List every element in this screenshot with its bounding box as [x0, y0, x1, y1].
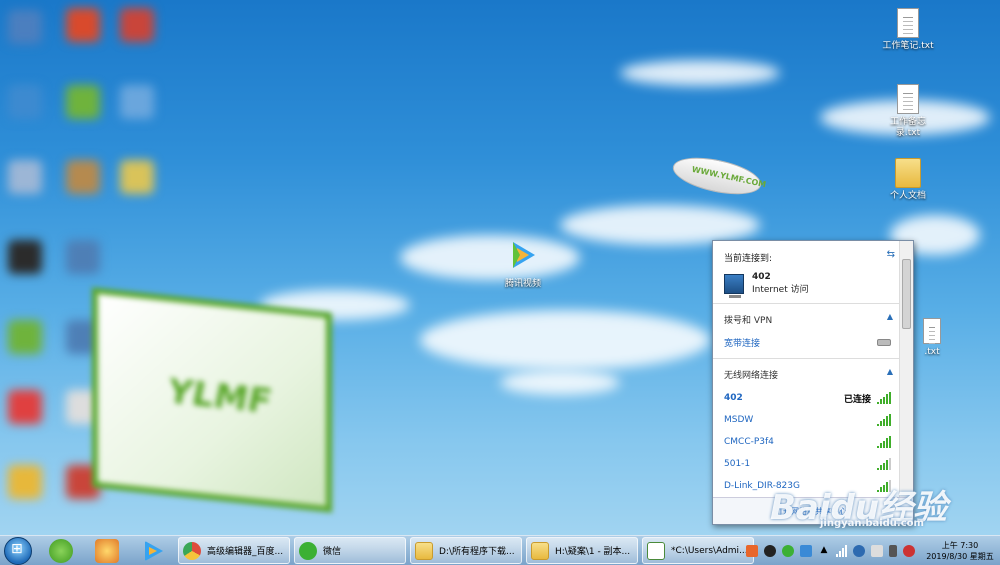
folder-icon — [415, 541, 433, 560]
desktop-icon-label: 工作备忘录.txt — [889, 117, 926, 138]
wechat-icon — [299, 541, 317, 560]
baidu-watermark-url: jingyan.baidu.com — [820, 518, 924, 529]
wifi-network-item[interactable]: 402 已连接 — [713, 387, 901, 409]
signal-strength-icon — [877, 458, 891, 470]
tray-expand-icon[interactable]: ▲ — [818, 545, 830, 557]
folder-icon — [531, 541, 549, 560]
desktop-icon-tencent-video[interactable]: 腾讯视频 — [493, 238, 553, 290]
paint-icon[interactable] — [95, 538, 119, 563]
taskbar-item-browser[interactable]: 高级编辑器_百度... — [178, 537, 290, 564]
wifi-network-name: 501-1 — [724, 459, 751, 469]
popup-scrollbar[interactable] — [899, 241, 913, 499]
signal-strength-icon — [877, 436, 891, 448]
chrome-icon — [183, 541, 201, 560]
blimp-image: WWW.YLMF.COM — [669, 150, 767, 202]
current-network-name: 402 — [752, 272, 771, 282]
taskbar-item-wechat[interactable]: 微信 — [294, 537, 406, 564]
taskbar-item-editor[interactable]: *C:\Users\Admi... — [642, 537, 754, 564]
clock[interactable]: 上午 7:30 2019/8/30 星期五 — [924, 540, 996, 562]
text-file-icon — [897, 8, 919, 38]
refresh-icon[interactable]: ⇆ — [887, 249, 895, 260]
tencent-video-taskbar-icon[interactable] — [141, 539, 165, 563]
wifi-network-item[interactable]: CMCC-P3f4 — [713, 431, 901, 453]
clock-date: 2019/8/30 星期五 — [926, 552, 994, 561]
desktop-icon-work-notes[interactable]: 工作笔记.txt — [878, 8, 938, 52]
360-browser-icon[interactable] — [49, 538, 73, 563]
text-file-icon — [897, 84, 919, 114]
taskbar-item-folder-downloads[interactable]: D:\所有程序下载... — [410, 537, 522, 564]
current-connection-header: 当前连接到: ⇆ — [713, 241, 901, 268]
scrollbar-thumb[interactable] — [902, 259, 911, 329]
desktop-icon-label: 个人文档 — [889, 191, 926, 201]
input-method-icon[interactable] — [746, 545, 758, 557]
qq-icon[interactable] — [764, 545, 776, 557]
desktop-icon-work-memo[interactable]: 工作备忘录.txt — [878, 84, 938, 139]
ylmf-billboard: YLMF — [92, 287, 332, 513]
bluetooth-icon[interactable] — [853, 545, 865, 557]
wifi-network-name: CMCC-P3f4 — [724, 437, 774, 447]
network-icon[interactable] — [871, 545, 883, 557]
broadband-connection-item[interactable]: 宽带连接 — [713, 332, 901, 359]
current-connection-label: 当前连接到: — [724, 254, 773, 264]
wifi-network-item[interactable]: 501-1 — [713, 453, 901, 475]
wifi-network-name: 402 — [724, 393, 743, 403]
wifi-network-item[interactable]: MSDW — [713, 409, 901, 431]
tencent-video-icon — [513, 242, 535, 268]
start-button[interactable] — [4, 536, 32, 565]
signal-strength-icon — [877, 414, 891, 426]
dialup-section-header[interactable]: 拨号和 VPN ▲ — [713, 304, 901, 332]
current-network-status: Internet 访问 — [752, 285, 809, 295]
desktop-icon-personal-docs[interactable]: 个人文档 — [878, 158, 938, 202]
network-computer-icon — [724, 273, 744, 298]
clock-time: 上午 7:30 — [941, 541, 979, 550]
desktop-icon-label: 腾讯视频 — [504, 279, 541, 289]
signal-strength-icon — [877, 392, 891, 404]
wireless-section-header[interactable]: 无线网络连接 ▲ — [713, 359, 901, 387]
broadband-label: 宽带连接 — [724, 339, 761, 349]
desktop-icon-label: 工作笔记.txt — [882, 41, 934, 51]
current-connection[interactable]: 402 Internet 访问 — [713, 268, 901, 304]
taskbar-item-folder-copy[interactable]: H:\疑案\1 - 副本... — [526, 537, 638, 564]
battery-icon[interactable] — [889, 545, 897, 557]
modem-icon — [877, 339, 891, 346]
wechat-tray-icon[interactable] — [782, 545, 794, 557]
taskbar: 高级编辑器_百度... 微信 D:\所有程序下载... H:\疑案\1 - 副本… — [0, 535, 1000, 565]
system-tray: ▲ 上午 7:30 2019/8/30 星期五 — [743, 536, 1000, 565]
collapse-caret-icon: ▲ — [886, 367, 893, 376]
text-file-icon — [923, 318, 941, 344]
notepad-icon — [647, 541, 665, 560]
wifi-connection-status: 已连接 — [843, 394, 871, 405]
folder-icon — [895, 158, 921, 188]
wifi-network-name: MSDW — [724, 415, 754, 425]
billboard-logo-text: YLMF — [168, 371, 272, 423]
security-icon[interactable] — [800, 545, 812, 557]
wifi-tray-icon[interactable] — [836, 545, 847, 557]
volume-muted-icon[interactable] — [903, 545, 915, 557]
collapse-caret-icon: ▲ — [886, 312, 893, 321]
